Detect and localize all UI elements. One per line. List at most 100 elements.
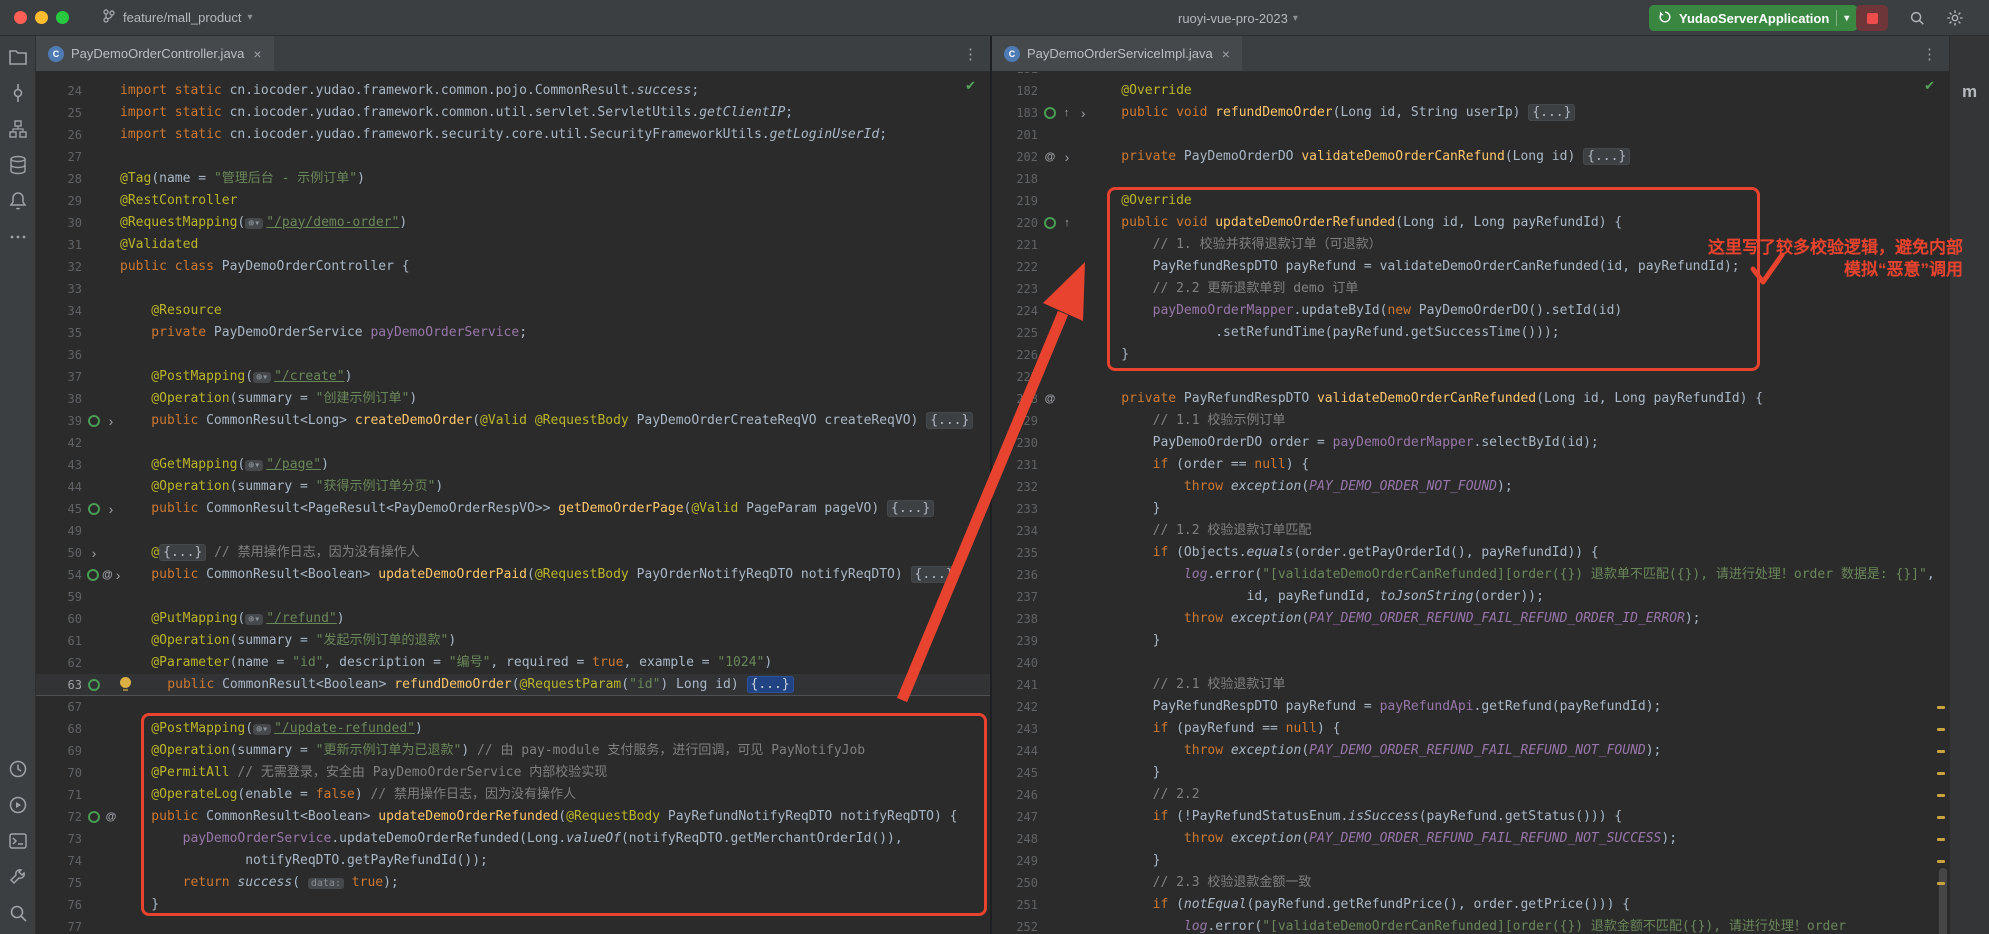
at-icon[interactable] — [1043, 150, 1057, 164]
warning-stripe-mark[interactable] — [1937, 706, 1945, 709]
line-number[interactable]: 35 — [36, 322, 82, 344]
maven-tool-button[interactable]: m — [1962, 82, 1977, 108]
code-line[interactable]: 247 if (!PayRefundStatusEnum.isSuccess(p… — [992, 806, 1949, 828]
code-line[interactable]: 245 } — [992, 762, 1949, 784]
endpoint-icon[interactable] — [87, 414, 101, 428]
line-number[interactable]: 243 — [992, 718, 1038, 740]
git-branch-widget[interactable]: feature/mall_product ▾ — [93, 5, 261, 30]
code-line[interactable]: 33 — [36, 278, 990, 300]
line-number[interactable]: 49 — [36, 520, 82, 542]
code-line[interactable]: 34 @Resource — [36, 300, 990, 322]
line-number[interactable]: 202 — [992, 146, 1038, 168]
code-line[interactable]: 183 public void refundDemoOrder(Long id,… — [992, 102, 1949, 124]
folded-region[interactable]: {...} — [1528, 104, 1575, 121]
code-line[interactable]: 182 @Override — [992, 80, 1949, 102]
more-tool-button[interactable] — [5, 224, 31, 250]
line-number[interactable]: 62 — [36, 652, 82, 674]
code-line[interactable]: 231 if (order == null) { — [992, 454, 1949, 476]
line-number[interactable]: 232 — [992, 476, 1038, 498]
line-number[interactable]: 39 — [36, 410, 82, 432]
inspections-ok-icon[interactable]: ✔ — [965, 78, 976, 94]
code-line[interactable]: 224 payDemoOrderMapper.updateById(new Pa… — [992, 300, 1949, 322]
line-number[interactable]: 29 — [36, 190, 82, 212]
line-number[interactable]: 45 — [36, 498, 82, 520]
code-line[interactable]: 75 return success( data: true); — [36, 872, 990, 894]
code-line[interactable]: 70 @PermitAll // 无需登录，安全由 PayDemoOrderSe… — [36, 762, 990, 784]
line-number[interactable]: 242 — [992, 696, 1038, 718]
project-selector[interactable]: ruoyi-vue-pro-2023 ▾ — [1178, 0, 1298, 36]
line-number[interactable]: 181 — [992, 72, 1038, 80]
line-number[interactable]: 42 — [36, 432, 82, 454]
stop-button[interactable] — [1856, 5, 1888, 31]
code-line[interactable]: 251 if (notEqual(payRefund.getRefundPric… — [992, 894, 1949, 916]
line-number[interactable]: 224 — [992, 300, 1038, 322]
code-line[interactable]: 252 log.error("[validateDemoOrderCanRefu… — [992, 916, 1949, 934]
notifications-tool-button[interactable] — [5, 188, 31, 214]
code-line[interactable]: 219 @Override — [992, 190, 1949, 212]
code-line[interactable]: 62 @Parameter(name = "id", description =… — [36, 652, 990, 674]
terminal-tool-button[interactable] — [5, 828, 31, 854]
line-number[interactable]: 220 — [992, 212, 1038, 234]
line-number[interactable]: 32 — [36, 256, 82, 278]
endpoint-icon[interactable] — [1043, 106, 1057, 120]
folded-region[interactable]: {...} — [1583, 148, 1630, 165]
close-tab-icon[interactable]: × — [253, 46, 261, 62]
settings-button[interactable] — [1944, 7, 1966, 29]
line-number[interactable]: 61 — [36, 630, 82, 652]
code-line[interactable]: 223 // 2.2 更新退款单到 demo 订单 — [992, 278, 1949, 300]
line-number[interactable]: 231 — [992, 454, 1038, 476]
code-line[interactable]: 68 @PostMapping(⊕▾"/update-refunded") — [36, 718, 990, 740]
code-line[interactable]: 27 — [36, 146, 990, 168]
endpoint-icon[interactable] — [87, 502, 101, 516]
folded-region[interactable]: {...} — [926, 412, 973, 429]
line-number[interactable]: 247 — [992, 806, 1038, 828]
line-number[interactable]: 252 — [992, 916, 1038, 934]
line-number[interactable]: 219 — [992, 190, 1038, 212]
code-line[interactable]: 246 // 2.2 — [992, 784, 1949, 806]
endpoint-icon[interactable] — [87, 678, 101, 692]
tab-pay-demo-order-service-impl[interactable]: C PayDemoOrderServiceImpl.java × — [992, 36, 1242, 71]
chev-icon[interactable] — [87, 546, 101, 560]
line-number[interactable]: 31 — [36, 234, 82, 256]
code-line[interactable]: 24import static cn.iocoder.yudao.framewo… — [36, 80, 990, 102]
line-number[interactable]: 75 — [36, 872, 82, 894]
line-number[interactable]: 221 — [992, 234, 1038, 256]
tab-options-icon[interactable]: ⋮ — [1910, 36, 1949, 71]
line-number[interactable]: 73 — [36, 828, 82, 850]
maximize-window-button[interactable] — [56, 11, 69, 24]
code-line[interactable]: 36 — [36, 344, 990, 366]
code-line[interactable]: 233 } — [992, 498, 1949, 520]
code-line[interactable]: 181 — [992, 72, 1949, 80]
inspections-ok-icon[interactable]: ✔ — [1924, 78, 1935, 94]
code-line[interactable]: 249 } — [992, 850, 1949, 872]
commit-tool-button[interactable] — [5, 80, 31, 106]
code-line[interactable]: 39 public CommonResult<Long> createDemoO… — [36, 410, 990, 432]
line-number[interactable]: 230 — [992, 432, 1038, 454]
scrollbar-thumb[interactable] — [1939, 868, 1947, 934]
line-number[interactable]: 248 — [992, 828, 1038, 850]
code-line[interactable]: 29@RestController — [36, 190, 990, 212]
code-line[interactable]: 218 — [992, 168, 1949, 190]
line-number[interactable]: 223 — [992, 278, 1038, 300]
line-number[interactable]: 251 — [992, 894, 1038, 916]
build-tool-button[interactable] — [5, 864, 31, 890]
chev-icon[interactable] — [104, 502, 118, 516]
project-tool-button[interactable] — [5, 44, 31, 70]
line-number[interactable]: 33 — [36, 278, 82, 300]
folded-region[interactable]: {...} — [911, 566, 958, 583]
history-tool-button[interactable] — [5, 756, 31, 782]
code-line[interactable]: 25import static cn.iocoder.yudao.framewo… — [36, 102, 990, 124]
minimize-window-button[interactable] — [35, 11, 48, 24]
code-line[interactable]: 229 // 1.1 校验示例订单 — [992, 410, 1949, 432]
tab-pay-demo-order-controller[interactable]: C PayDemoOrderController.java × — [36, 36, 274, 71]
line-number[interactable]: 233 — [992, 498, 1038, 520]
warning-stripe-mark[interactable] — [1937, 838, 1945, 841]
chev-icon[interactable] — [104, 414, 118, 428]
line-number[interactable]: 27 — [36, 146, 82, 168]
code-line[interactable]: 38 @Operation(summary = "创建示例订单") — [36, 388, 990, 410]
code-line[interactable]: 248 throw exception(PAY_DEMO_ORDER_REFUN… — [992, 828, 1949, 850]
code-line[interactable]: 236 log.error("[validateDemoOrderCanRefu… — [992, 564, 1949, 586]
line-number[interactable]: 26 — [36, 124, 82, 146]
intention-bulb-icon[interactable] — [120, 677, 131, 688]
services-tool-button[interactable] — [5, 792, 31, 818]
